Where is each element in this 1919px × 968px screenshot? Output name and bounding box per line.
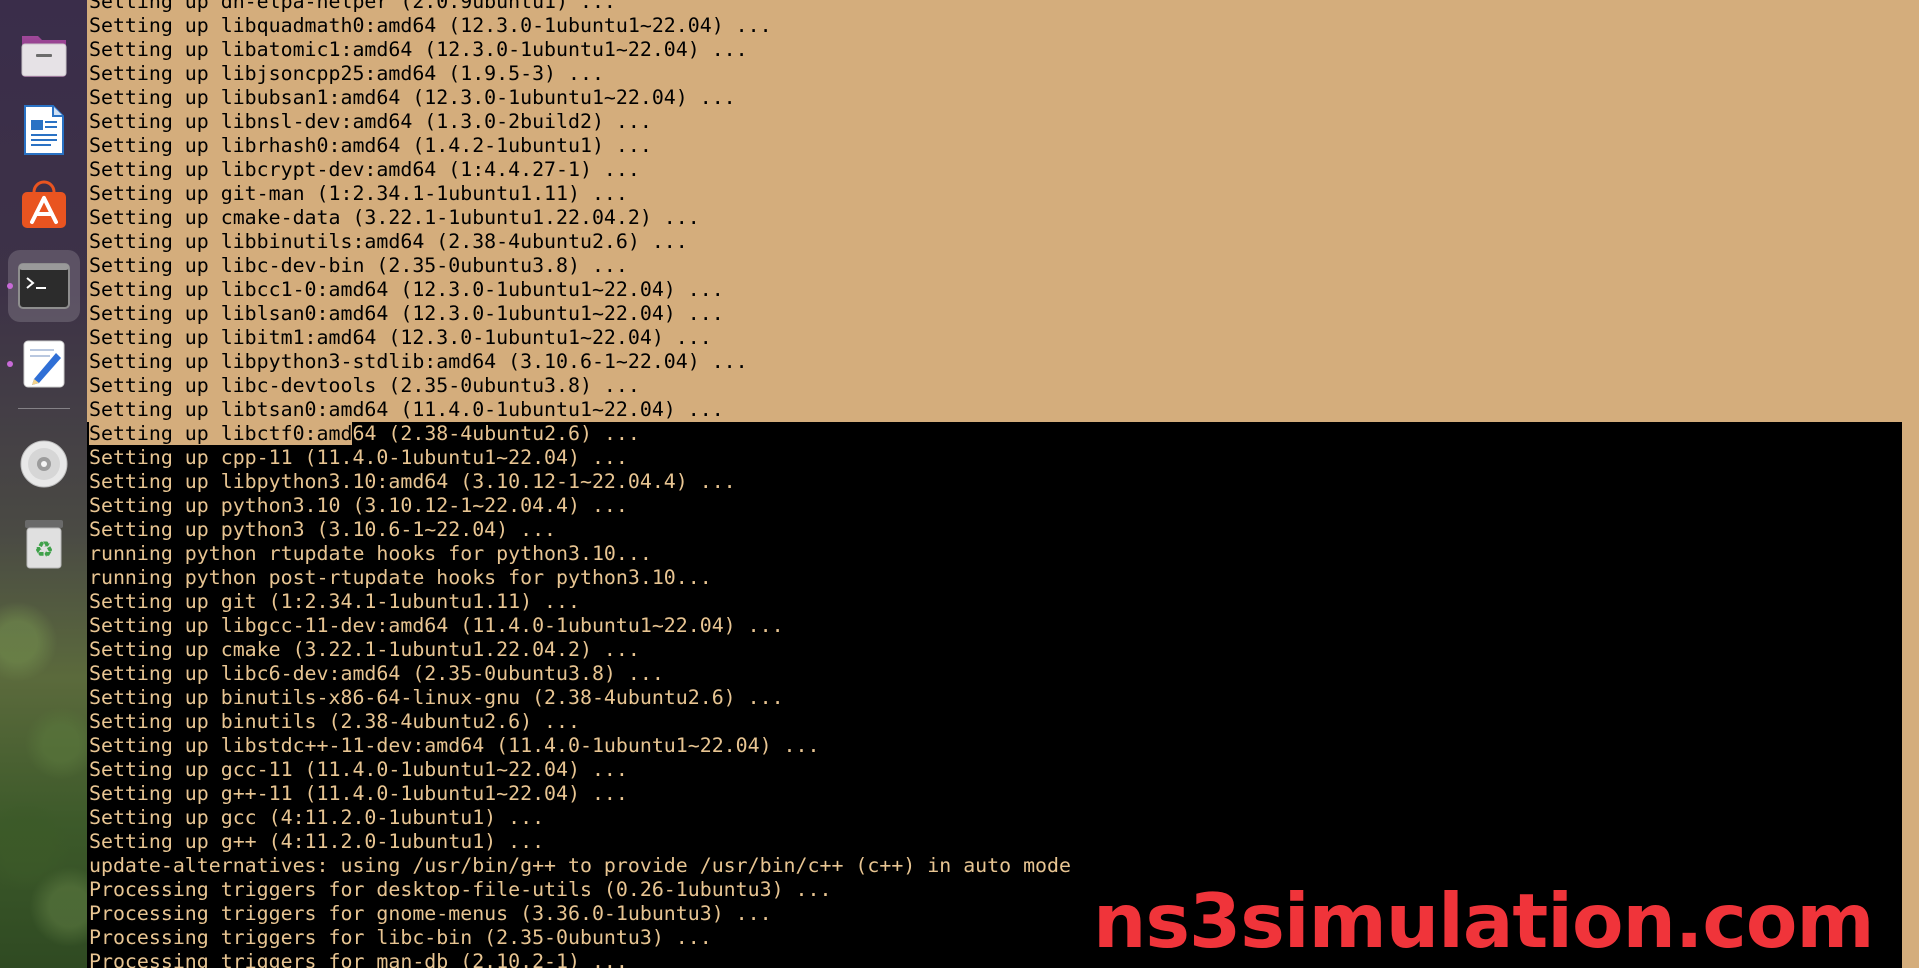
terminal-line: Setting up cpp-11 (11.4.0-1ubuntu1~22.04… xyxy=(87,446,1902,470)
text-editor-icon xyxy=(23,340,65,388)
selection-rest: 64 (2.38-4ubuntu2.6) ... xyxy=(352,422,640,445)
terminal-line: Setting up libcrypt-dev:amd64 (1:4.4.27-… xyxy=(89,158,640,181)
terminal-line: running python rtupdate hooks for python… xyxy=(87,542,1902,566)
terminal-line: Setting up libc6-dev:amd64 (2.35-0ubuntu… xyxy=(87,662,1902,686)
files-icon xyxy=(21,36,67,77)
terminal-line-partial: Setting up dh-elpa-helper (2.0.9ubuntu1)… xyxy=(89,0,616,13)
terminal-line: Setting up libquadmath0:amd64 (12.3.0-1u… xyxy=(89,14,772,37)
terminal-line: Setting up gcc (4:11.2.0-1ubuntu1) ... xyxy=(87,806,1902,830)
text-editor-running-indicator xyxy=(7,361,13,367)
terminal-line: Setting up libbinutils:amd64 (2.38-4ubun… xyxy=(89,230,688,253)
dock-item-trash[interactable]: ♻ xyxy=(8,508,80,580)
svg-text:♻: ♻ xyxy=(34,538,54,563)
dock-item-terminal[interactable] xyxy=(8,250,80,322)
terminal-line: Setting up libpython3.10:amd64 (3.10.12-… xyxy=(87,470,1902,494)
terminal-line: Setting up g++ (4:11.2.0-1ubuntu1) ... xyxy=(87,830,1902,854)
dock-item-writer[interactable] xyxy=(8,94,80,166)
selected-lines-block: Setting up libquadmath0:amd64 (12.3.0-1u… xyxy=(87,14,1919,422)
dock-item-text-editor[interactable] xyxy=(8,328,80,400)
terminal-line: Setting up libnsl-dev:amd64 (1.3.0-2buil… xyxy=(89,110,652,133)
software-center-icon xyxy=(22,180,66,228)
terminal-icon xyxy=(18,263,70,309)
terminal-line: Setting up cmake-data (3.22.1-1ubuntu1.2… xyxy=(89,206,700,229)
terminal-line: Setting up git-man (1:2.34.1-1ubuntu1.11… xyxy=(89,182,628,205)
libreoffice-writer-icon xyxy=(24,105,64,155)
terminal-line-split: Setting up libctf0:amd64 (2.38-4ubuntu2.… xyxy=(87,422,1902,446)
terminal-line: Setting up libc-dev-bin (2.35-0ubuntu3.8… xyxy=(89,254,628,277)
selection-end: Setting up libctf0:amd xyxy=(89,422,353,445)
terminal-line: Setting up libitm1:amd64 (12.3.0-1ubuntu… xyxy=(89,326,712,349)
terminal-line: Setting up libgcc-11-dev:amd64 (11.4.0-1… xyxy=(87,614,1902,638)
terminal-line: Setting up libstdc++-11-dev:amd64 (11.4.… xyxy=(87,734,1902,758)
terminal-line: Setting up gcc-11 (11.4.0-1ubuntu1~22.04… xyxy=(87,758,1902,782)
dock-item-software[interactable] xyxy=(8,170,80,242)
dock-separator xyxy=(18,408,70,409)
terminal-line: Setting up libtsan0:amd64 (11.4.0-1ubunt… xyxy=(89,398,724,421)
terminal-line: Setting up cmake (3.22.1-1ubuntu1.22.04.… xyxy=(87,638,1902,662)
terminal-line: Setting up g++-11 (11.4.0-1ubuntu1~22.04… xyxy=(87,782,1902,806)
terminal-line: Setting up python3 (3.10.6-1~22.04) ... xyxy=(87,518,1902,542)
terminal-line: Setting up libubsan1:amd64 (12.3.0-1ubun… xyxy=(89,86,736,109)
terminal-line: Setting up git (1:2.34.1-1ubuntu1.11) ..… xyxy=(87,590,1902,614)
terminal-line: Setting up libc-devtools (2.35-0ubuntu3.… xyxy=(89,374,640,397)
desktop: ♻ Setting up dh-elpa-helper (2.0.9ubuntu… xyxy=(0,0,1919,968)
terminal-line: Setting up libatomic1:amd64 (12.3.0-1ubu… xyxy=(89,38,748,61)
terminal-line: Setting up libjsoncpp25:amd64 (1.9.5-3) … xyxy=(89,62,604,85)
terminal-line: Setting up libpython3-stdlib:amd64 (3.10… xyxy=(89,350,748,373)
terminal-line: update-alternatives: using /usr/bin/g++ … xyxy=(87,854,1902,878)
optical-drive-icon xyxy=(20,440,68,488)
terminal-line: running python post-rtupdate hooks for p… xyxy=(87,566,1902,590)
terminal-line: Setting up liblsan0:amd64 (12.3.0-1ubunt… xyxy=(89,302,724,325)
trash-icon: ♻ xyxy=(25,520,63,569)
terminal-line: Setting up librhash0:amd64 (1.4.2-1ubunt… xyxy=(89,134,652,157)
dock: ♻ xyxy=(0,0,87,968)
terminal-line: Setting up libcc1-0:amd64 (12.3.0-1ubunt… xyxy=(89,278,724,301)
terminal-running-indicator xyxy=(7,283,13,289)
dock-item-files[interactable] xyxy=(8,18,80,90)
dock-item-optical-drive[interactable] xyxy=(8,428,80,500)
terminal-line: Setting up python3.10 (3.10.12-1~22.04.4… xyxy=(87,494,1902,518)
terminal-output[interactable]: Setting up dh-elpa-helper (2.0.9ubuntu1)… xyxy=(87,0,1919,968)
terminal-line: Setting up binutils-x86-64-linux-gnu (2.… xyxy=(87,686,1902,710)
terminal-line: Setting up binutils (2.38-4ubuntu2.6) ..… xyxy=(87,710,1902,734)
watermark: ns3simulation.com xyxy=(1093,877,1875,965)
